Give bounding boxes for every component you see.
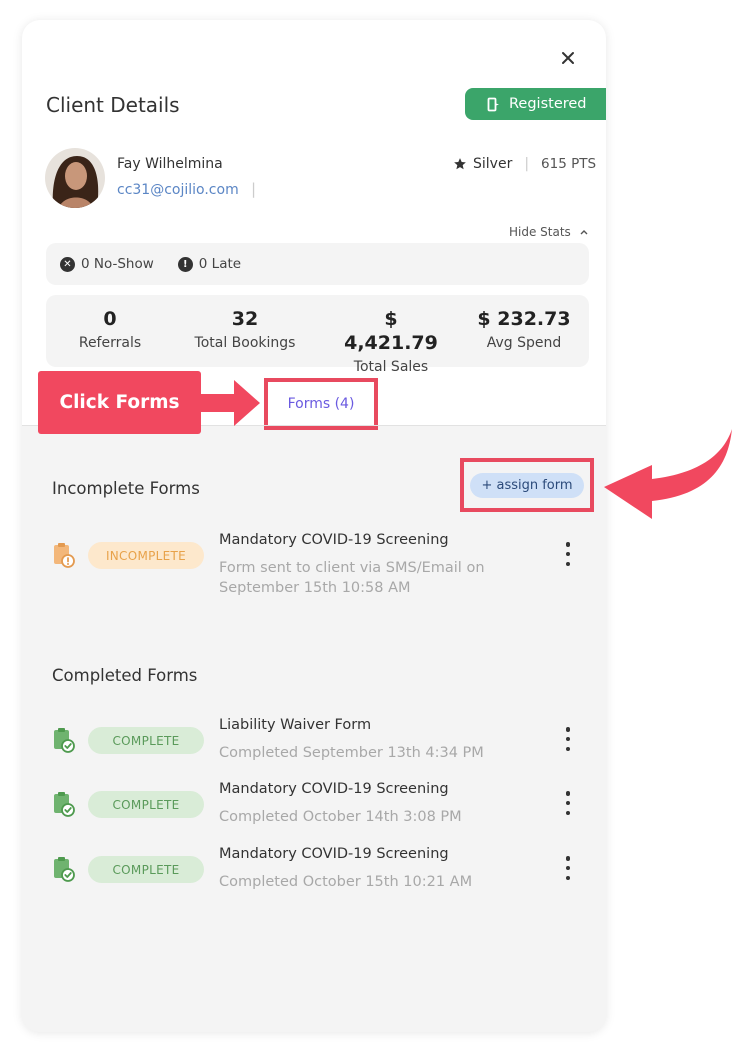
- stat-value: 0: [103, 308, 117, 330]
- exclamation-circle-icon: !: [177, 256, 193, 272]
- registered-button[interactable]: Registered: [465, 88, 606, 120]
- assign-form-button[interactable]: + assign form: [470, 472, 584, 498]
- list-item: COMPLETE Liability Waiver Form Completed…: [22, 717, 606, 787]
- stat-label: Referrals: [78, 335, 142, 351]
- client-summary-section: Client Details Registered Fay Wilhelmina…: [22, 20, 606, 430]
- client-name: Fay Wilhelmina: [117, 156, 223, 172]
- form-title: Mandatory COVID-19 Screening: [219, 846, 449, 862]
- form-title: Mandatory COVID-19 Screening: [219, 781, 449, 797]
- form-status-text: Form sent to client via SMS/Email on Sep…: [219, 560, 485, 596]
- stat-value: 32: [231, 308, 259, 330]
- arrow-right-icon: [200, 380, 260, 426]
- clipboard-warning-icon: [54, 543, 75, 568]
- stat-referrals: 0 Referrals: [62, 307, 158, 351]
- status-badge: COMPLETE: [88, 856, 204, 883]
- stat-value: $ 232.73: [477, 308, 571, 330]
- incomplete-forms-heading: Incomplete Forms: [52, 479, 200, 498]
- list-item: COMPLETE Mandatory COVID-19 Screening Co…: [22, 846, 606, 916]
- close-icon: [562, 52, 574, 64]
- clipboard-check-icon: [54, 792, 75, 817]
- clipboard-check-icon: [54, 857, 75, 882]
- more-options-button[interactable]: [558, 856, 578, 880]
- avatar: [45, 148, 105, 208]
- completed-forms-heading: Completed Forms: [52, 666, 198, 685]
- clipboard-check-icon: [54, 728, 75, 753]
- client-details-panel: Client Details Registered Fay Wilhelmina…: [22, 20, 606, 1032]
- stat-label: Total Bookings: [194, 335, 296, 351]
- stat-total-sales: $ 4,421.79 Total Sales: [336, 307, 446, 375]
- x-circle-icon: ✕: [60, 256, 75, 272]
- registered-label: Registered: [509, 96, 587, 112]
- form-status-text: Completed October 14th 3:08 PM: [219, 809, 462, 825]
- status-badge: INCOMPLETE: [88, 542, 204, 569]
- page-title: Client Details: [46, 93, 180, 117]
- stat-label: Total Sales: [353, 359, 429, 375]
- hide-stats-label: Hide Stats: [509, 225, 571, 239]
- click-forms-callout: Click Forms: [38, 371, 201, 434]
- close-button[interactable]: [557, 47, 579, 69]
- more-options-button[interactable]: [558, 727, 578, 751]
- stat-value: $ 4,421.79: [344, 308, 438, 354]
- form-status-text: Completed September 13th 4:34 PM: [219, 745, 484, 761]
- more-options-button[interactable]: [558, 542, 578, 566]
- stat-total-bookings: 32 Total Bookings: [182, 307, 308, 351]
- form-status-text: Completed October 15th 10:21 AM: [219, 874, 473, 890]
- status-badge: COMPLETE: [88, 791, 204, 818]
- stat-label: Avg Spend: [486, 335, 562, 351]
- divider: |: [251, 180, 257, 198]
- more-options-button[interactable]: [558, 791, 578, 815]
- no-show-count: 0 No-Show: [81, 256, 154, 272]
- tier-label: Silver: [473, 156, 513, 172]
- list-item: COMPLETE Mandatory COVID-19 Screening Co…: [22, 781, 606, 851]
- divider: |: [524, 156, 530, 172]
- loyalty-tier: Silver | 615 PTS: [453, 156, 596, 172]
- curved-arrow-icon: [604, 429, 732, 519]
- chevron-up-icon: [580, 230, 588, 235]
- stat-avg-spend: $ 232.73 Avg Spend: [474, 307, 574, 351]
- late-count: 0 Late: [198, 256, 242, 272]
- client-stats: 0 Referrals 32 Total Bookings $ 4,421.79…: [46, 295, 589, 375]
- door-exit-icon: [487, 97, 499, 111]
- star-icon: [454, 158, 466, 170]
- client-email-link[interactable]: cc31@cojilio.com: [117, 182, 239, 198]
- tab-forms[interactable]: Forms (4): [264, 378, 378, 430]
- assign-form-highlight: + assign form: [460, 458, 594, 512]
- attendance-summary: ✕ 0 No-Show ! 0 Late: [46, 243, 589, 285]
- points-value: 615 PTS: [541, 156, 597, 172]
- hide-stats-toggle[interactable]: Hide Stats: [509, 225, 589, 239]
- form-title: Liability Waiver Form: [219, 717, 372, 733]
- list-item: INCOMPLETE Mandatory COVID-19 Screening …: [22, 532, 606, 602]
- status-badge: COMPLETE: [88, 727, 204, 754]
- form-title: Mandatory COVID-19 Screening: [219, 532, 449, 548]
- tab-forms-label: Forms (4): [287, 396, 355, 412]
